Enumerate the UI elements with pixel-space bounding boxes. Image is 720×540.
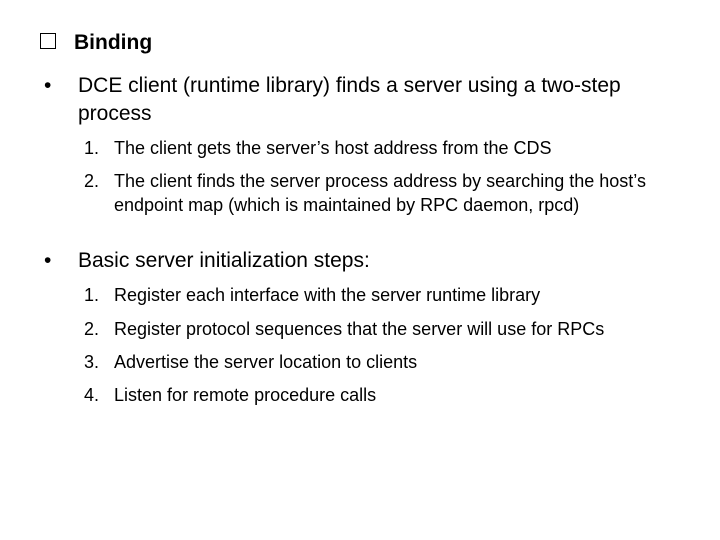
list-text: The client finds the server process addr… <box>114 170 680 217</box>
list-text: Advertise the server location to clients <box>114 351 417 374</box>
bullet-dot-icon: • <box>44 247 78 274</box>
list-item: 1. The client gets the server’s host add… <box>84 137 680 160</box>
list-number: 2. <box>84 170 114 193</box>
list-number: 1. <box>84 284 114 307</box>
section1-text: DCE client (runtime library) finds a ser… <box>78 72 680 127</box>
list-number: 1. <box>84 137 114 160</box>
list-number: 2. <box>84 318 114 341</box>
list-number: 3. <box>84 351 114 374</box>
list-item: 2. Register protocol sequences that the … <box>84 318 680 341</box>
bullet-dot-icon: • <box>44 72 78 99</box>
checkbox-icon <box>40 33 56 49</box>
list-item: 4. Listen for remote procedure calls <box>84 384 680 407</box>
section2-bullet: • Basic server initialization steps: <box>40 247 680 274</box>
list-text: Register each interface with the server … <box>114 284 540 307</box>
heading-text: Binding <box>74 30 152 56</box>
list-text: The client gets the server’s host addres… <box>114 137 552 160</box>
list-item: 1. Register each interface with the serv… <box>84 284 680 307</box>
list-item: 3. Advertise the server location to clie… <box>84 351 680 374</box>
heading-row: Binding <box>40 30 680 56</box>
section1-bullet: • DCE client (runtime library) finds a s… <box>40 72 680 127</box>
list-text: Register protocol sequences that the ser… <box>114 318 604 341</box>
list-number: 4. <box>84 384 114 407</box>
slide: Binding • DCE client (runtime library) f… <box>0 0 720 540</box>
section2-text: Basic server initialization steps: <box>78 247 370 274</box>
list-text: Listen for remote procedure calls <box>114 384 376 407</box>
list-item: 2. The client finds the server process a… <box>84 170 680 217</box>
